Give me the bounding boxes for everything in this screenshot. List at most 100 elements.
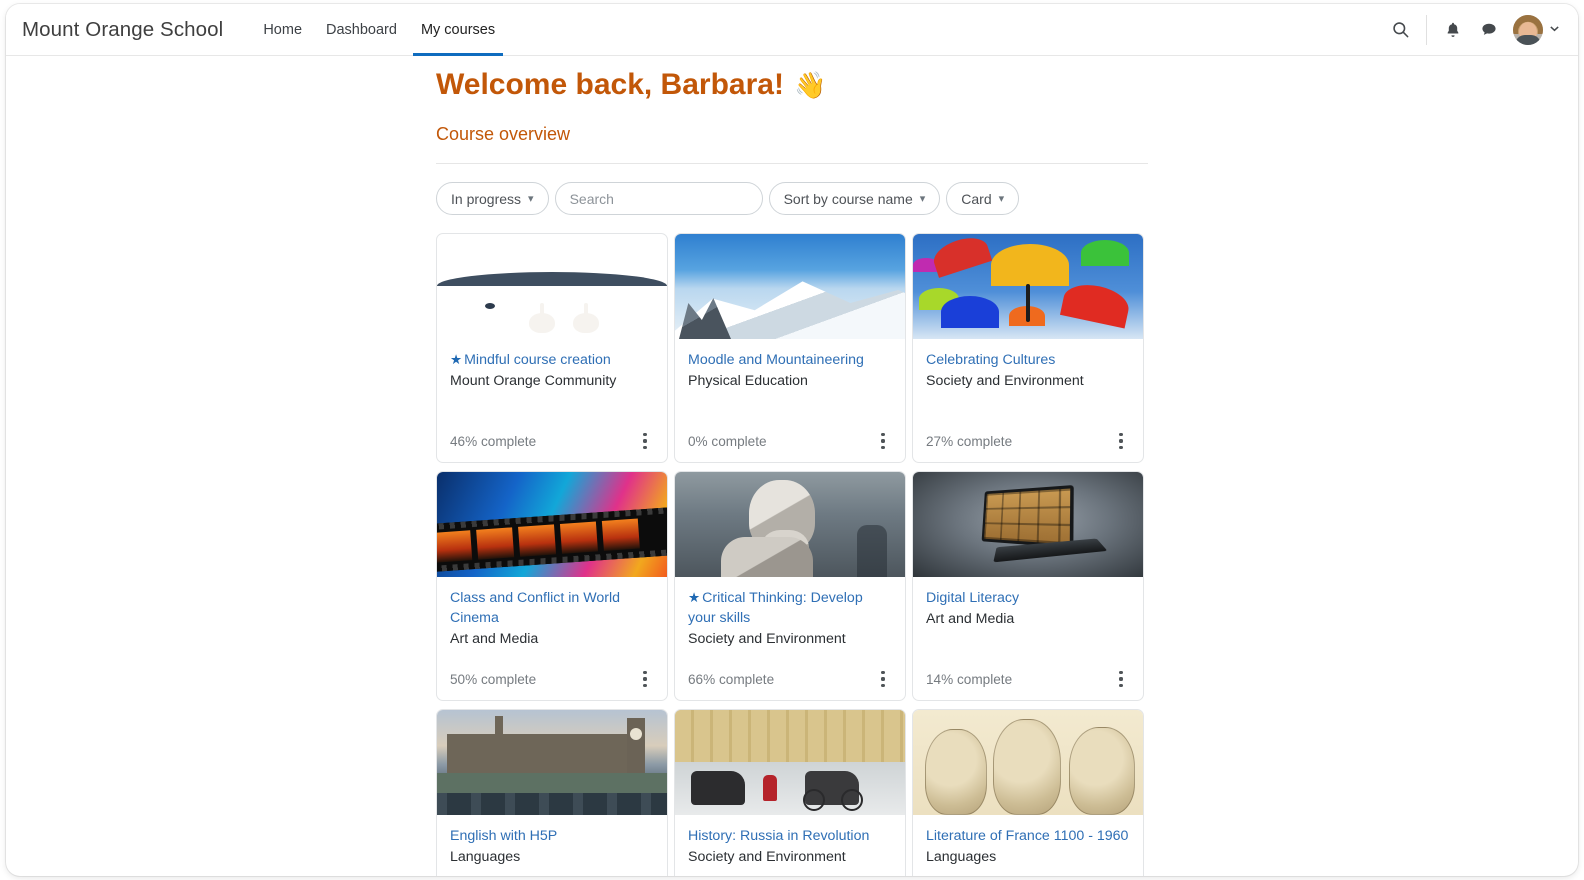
message-bubble-icon[interactable] [1471,12,1507,48]
primary-navigation: Home Dashboard My courses [251,4,507,56]
course-name-link[interactable]: English with H5P [450,826,654,846]
course-progress-text: 27% complete [926,433,1013,449]
nav-item-my-courses[interactable]: My courses [409,4,507,56]
course-actions-menu-icon[interactable] [1108,664,1134,694]
course-card-grid: ★ Mindful course creation Mount Orange Com… [436,233,1148,876]
welcome-text: Welcome back, Barbara! [436,68,784,101]
course-card[interactable]: Moodle and Mountaineering Physical Educat… [674,233,906,463]
user-menu[interactable] [1507,14,1560,45]
course-card[interactable]: ★ Mindful course creation Mount Orange Com… [436,233,668,463]
course-card[interactable]: ★ Critical Thinking: Develop your skills S… [674,471,906,701]
course-card[interactable]: Literature of France 1100 - 1960 Language… [912,709,1144,876]
filter-label: In progress [451,190,522,207]
course-card-body: ★ Critical Thinking: Develop your skills S… [675,577,905,658]
nav-item-home[interactable]: Home [251,4,314,56]
course-image[interactable] [675,710,905,815]
course-name-text: History: Russia in Revolution [688,828,870,844]
course-category: Art and Media [450,631,539,647]
course-actions-menu-icon[interactable] [632,426,658,456]
course-name-text: Digital Literacy [926,590,1020,606]
course-card[interactable]: Class and Conflict in World Cinema Art an… [436,471,668,701]
course-name-link[interactable]: Digital Literacy [926,588,1130,608]
course-filter-toolbar: In progress ▾ Sort by course name ▾ Card… [436,182,1148,215]
course-name-link[interactable]: Moodle and Mountaineering [688,350,892,370]
course-category: Mount Orange Community [450,373,617,389]
course-image[interactable] [675,472,905,577]
course-image[interactable] [913,234,1143,339]
course-category: Languages [450,849,521,865]
course-image[interactable] [913,710,1143,815]
course-name-link[interactable]: Class and Conflict in World Cinema [450,588,654,628]
course-card-body: History: Russia in Revolution Society and… [675,815,905,876]
course-progress-text: 0% complete [688,433,767,449]
course-image[interactable] [675,234,905,339]
course-name-link[interactable]: ★ Critical Thinking: Develop your skills [688,588,892,628]
course-name-text: Moodle and Mountaineering [688,352,864,368]
sort-label: Sort by course name [783,190,913,207]
course-overview-block: Welcome back, Barbara! 👋 Course overview… [436,68,1148,876]
course-image[interactable] [437,710,667,815]
search-icon[interactable] [1382,12,1418,48]
course-progress-text: 14% complete [926,671,1013,687]
nav-item-dashboard[interactable]: Dashboard [314,4,409,56]
course-category: Physical Education [688,373,808,389]
search-input-wrapper[interactable] [554,182,763,215]
course-card-footer: 46% complete [437,420,667,462]
course-card[interactable]: Digital Literacy Art and Media 14% complet… [912,471,1144,701]
chevron-down-icon: ▾ [998,193,1005,205]
course-card-body: Celebrating Cultures Society and Environm… [913,339,1143,420]
sort-dropdown[interactable]: Sort by course name ▾ [768,182,941,215]
course-card-body: ★ Mindful course creation Mount Orange Com… [437,339,667,420]
course-name-text: Critical Thinking: Develop your skills [688,590,863,626]
course-actions-menu-icon[interactable] [1108,426,1134,456]
page-title: Welcome back, Barbara! 👋 [436,68,1148,102]
course-progress-text: 46% complete [450,433,537,449]
course-category: Languages [926,849,997,865]
course-image[interactable] [437,472,667,577]
course-actions-menu-icon[interactable] [632,664,658,694]
site-brand[interactable]: Mount Orange School [22,18,223,42]
course-progress-text: 50% complete [450,671,537,687]
filter-dropdown[interactable]: In progress ▾ [436,182,549,215]
course-category: Art and Media [926,611,1015,627]
course-card-body: Class and Conflict in World Cinema Art an… [437,577,667,658]
course-card[interactable]: English with H5P Languages [436,709,668,876]
browser-window: Mount Orange School Home Dashboard My co… [6,4,1578,876]
course-card-footer: 0% complete [675,420,905,462]
course-category: Society and Environment [688,631,846,647]
course-name-link[interactable]: Celebrating Cultures [926,350,1130,370]
course-image[interactable] [437,234,667,339]
course-progress-text: 66% complete [688,671,775,687]
section-divider [436,163,1148,164]
bell-icon[interactable] [1435,12,1471,48]
course-card-body: Literature of France 1100 - 1960 Language… [913,815,1143,876]
course-card-footer: 27% complete [913,420,1143,462]
course-actions-menu-icon[interactable] [870,664,896,694]
course-name-text: Literature of France 1100 - 1960 [926,828,1129,844]
chevron-down-icon: ▾ [919,193,926,205]
course-name-text: Class and Conflict in World Cinema [450,590,621,626]
chevron-down-icon[interactable] [1549,21,1560,39]
course-name-link[interactable]: ★ Mindful course creation [450,350,654,370]
course-card-footer: 14% complete [913,658,1143,700]
view-mode-dropdown[interactable]: Card ▾ [946,182,1020,215]
page-body: Welcome back, Barbara! 👋 Course overview… [6,56,1578,876]
star-icon: ★ [450,352,463,367]
view-mode-label: Card [961,190,992,207]
course-image[interactable] [913,472,1143,577]
course-card[interactable]: History: Russia in Revolution Society and… [674,709,906,876]
chevron-down-icon: ▾ [528,193,534,205]
course-actions-menu-icon[interactable] [870,426,896,456]
avatar[interactable] [1513,14,1543,45]
course-category: Society and Environment [688,849,846,865]
course-card-footer: 50% complete [437,658,667,700]
navbar-right-actions [1382,4,1560,56]
search-input[interactable] [569,190,748,207]
course-name-link[interactable]: History: Russia in Revolution [688,826,892,846]
course-card-body: Digital Literacy Art and Media [913,577,1143,658]
course-card[interactable]: Celebrating Cultures Society and Environm… [912,233,1144,463]
site-navbar: Mount Orange School Home Dashboard My co… [6,4,1578,56]
course-card-body: Moodle and Mountaineering Physical Educat… [675,339,905,420]
course-name-link[interactable]: Literature of France 1100 - 1960 [926,826,1130,846]
star-icon: ★ [688,590,701,605]
